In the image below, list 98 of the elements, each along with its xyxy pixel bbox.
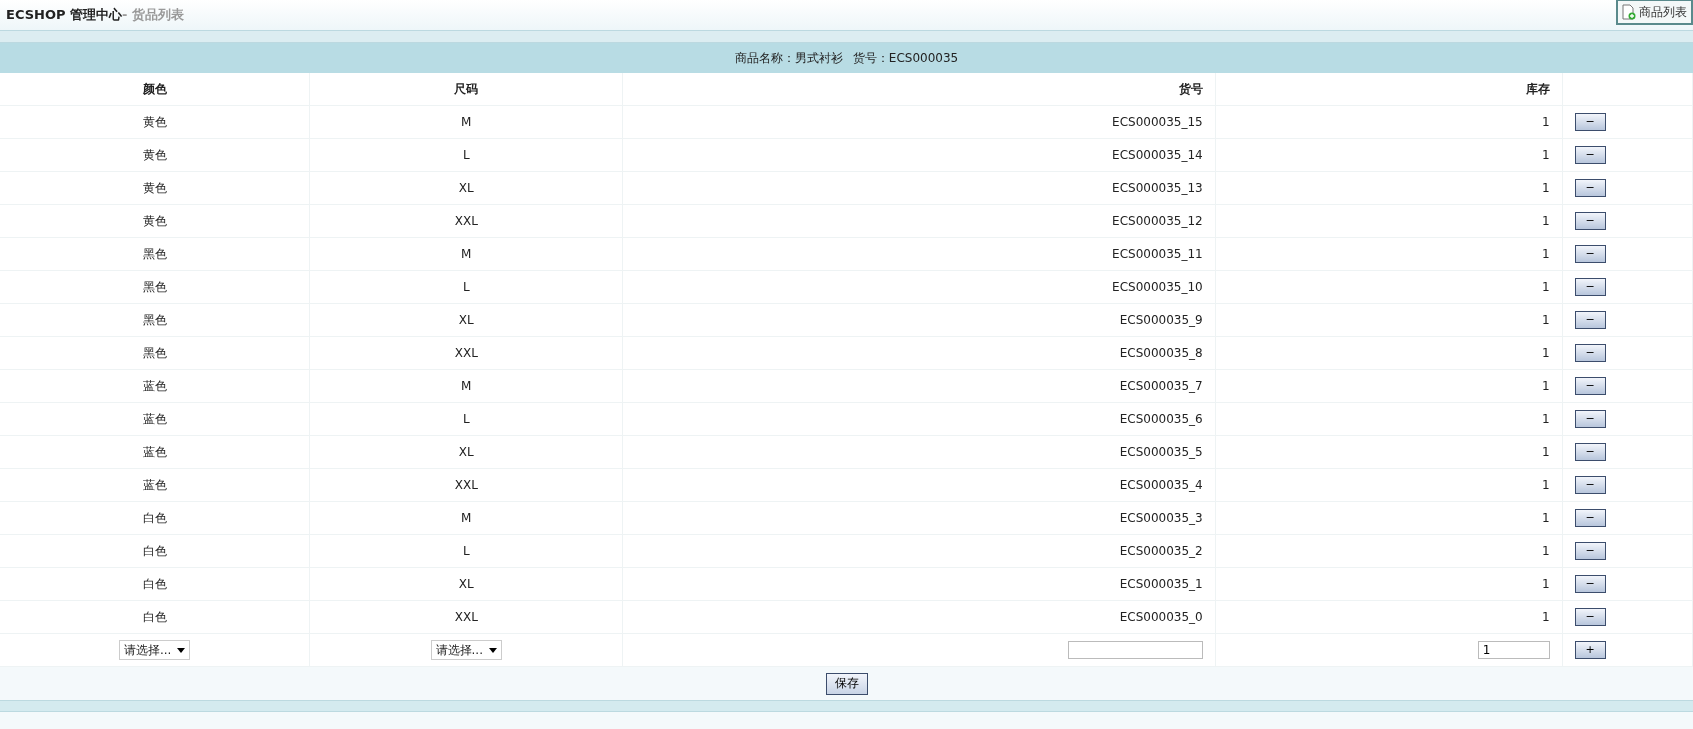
column-header: 尺码 — [454, 81, 479, 96]
column-header: 库存 — [1525, 81, 1550, 96]
table-cell: 白色 — [142, 543, 167, 558]
table-cell: 蓝色 — [142, 444, 167, 459]
page-subtitle: - 货品列表 — [122, 6, 184, 24]
save-button[interactable]: 保存 — [825, 672, 868, 695]
table-cell: 1 — [1542, 313, 1550, 327]
table-cell: ECS000035_8 — [1119, 346, 1203, 360]
table-cell: 1 — [1542, 445, 1550, 459]
remove-button[interactable]: − — [1574, 179, 1606, 197]
table-cell: XL — [458, 313, 474, 327]
table-cell: ECS000035_15 — [1112, 115, 1203, 129]
remove-button[interactable]: − — [1574, 245, 1606, 263]
table-cell: ECS000035_11 — [1112, 247, 1203, 261]
table-cell: XL — [458, 181, 474, 195]
size-select[interactable]: 请选择... — [430, 640, 502, 660]
remove-button[interactable]: − — [1574, 344, 1606, 362]
table-cell: ECS000035_7 — [1119, 379, 1203, 393]
remove-button[interactable]: − — [1574, 212, 1606, 230]
table-cell: M — [461, 511, 472, 525]
remove-button[interactable]: − — [1574, 377, 1606, 395]
page-title: ECSHOP 管理中心 — [6, 6, 122, 24]
remove-button[interactable]: − — [1574, 608, 1606, 626]
table-cell: M — [461, 379, 472, 393]
table-cell: L — [462, 544, 470, 558]
table-cell: 1 — [1542, 148, 1550, 162]
remove-button[interactable]: − — [1574, 146, 1606, 164]
remove-button[interactable]: − — [1574, 509, 1606, 527]
table-cell: ECS000035_0 — [1119, 610, 1203, 624]
table-cell: 黑色 — [142, 345, 167, 360]
table-cell: XXL — [454, 478, 478, 492]
column-header: 颜色 — [142, 81, 167, 96]
table-cell: ECS000035_9 — [1119, 313, 1203, 327]
table-cell: ECS000035_13 — [1112, 181, 1203, 195]
table-cell: 白色 — [142, 510, 167, 525]
table-cell: 1 — [1542, 544, 1550, 558]
table-cell: ECS000035_6 — [1119, 412, 1203, 426]
table-cell: 1 — [1542, 511, 1550, 525]
table-cell: 黑色 — [142, 312, 167, 327]
table-cell: ECS000035_3 — [1119, 511, 1203, 525]
table-cell: M — [461, 115, 472, 129]
product-name-text: 商品名称：男式衬衫 — [734, 49, 843, 67]
table-cell: ECS000035_2 — [1119, 544, 1203, 558]
table-cell: XXL — [454, 214, 478, 228]
table-cell: ECS000035_14 — [1112, 148, 1203, 162]
table-cell: 1 — [1542, 280, 1550, 294]
table-cell: 1 — [1542, 181, 1550, 195]
sn-input-field[interactable] — [1067, 641, 1203, 659]
remove-button[interactable]: − — [1574, 311, 1606, 329]
table-cell: 黑色 — [142, 279, 167, 294]
table-cell: ECS000035_4 — [1119, 478, 1203, 492]
table-cell: L — [462, 280, 470, 294]
table-cell: ECS000035_5 — [1119, 445, 1203, 459]
remove-button[interactable]: − — [1574, 410, 1606, 428]
column-header: 货号 — [1178, 81, 1203, 96]
document-add-icon — [1622, 4, 1636, 20]
table-cell: M — [461, 247, 472, 261]
add-button[interactable]: + — [1574, 641, 1606, 659]
color-select[interactable]: 请选择... — [118, 640, 191, 660]
table-cell: XXL — [454, 610, 478, 624]
remove-button[interactable]: − — [1574, 278, 1606, 296]
table-cell: 蓝色 — [142, 378, 167, 393]
caret-icon — [489, 647, 497, 653]
remove-button[interactable]: − — [1574, 575, 1606, 593]
table-cell: 蓝色 — [142, 477, 167, 492]
table-cell: 黄色 — [142, 180, 167, 195]
table-cell: XL — [458, 577, 474, 591]
product-sn-text: 货号：ECS000035 — [852, 49, 959, 67]
table-cell: 黑色 — [142, 246, 167, 261]
table-cell: L — [462, 412, 470, 426]
table-cell: XXL — [454, 346, 478, 360]
table-cell: 1 — [1542, 478, 1550, 492]
table-cell: 1 — [1542, 115, 1550, 129]
table-cell: 白色 — [142, 576, 167, 591]
table-cell: 1 — [1542, 577, 1550, 591]
caret-icon — [177, 647, 186, 653]
product-list-link[interactable]: 商品列表 — [1616, 0, 1693, 25]
table-cell: ECS000035_12 — [1112, 214, 1203, 228]
table-cell: 蓝色 — [142, 411, 167, 426]
table-cell: 1 — [1542, 412, 1550, 426]
table-cell: 黄色 — [142, 114, 167, 129]
table-cell: 黄色 — [142, 147, 167, 162]
table-cell: 黄色 — [142, 213, 167, 228]
table-cell: 1 — [1542, 379, 1550, 393]
remove-button[interactable]: − — [1574, 443, 1606, 461]
remove-button[interactable]: − — [1574, 113, 1606, 131]
stock-input-field[interactable]: 1 — [1477, 641, 1550, 659]
table-cell: 白色 — [142, 609, 167, 624]
table-cell: ECS000035_1 — [1119, 577, 1203, 591]
table-cell: 1 — [1542, 346, 1550, 360]
table-cell: L — [462, 148, 470, 162]
table-cell: XL — [458, 445, 474, 459]
remove-button[interactable]: − — [1574, 476, 1606, 494]
table-cell: 1 — [1542, 610, 1550, 624]
remove-button[interactable]: − — [1574, 542, 1606, 560]
table-cell: 1 — [1542, 214, 1550, 228]
table-cell: 1 — [1542, 247, 1550, 261]
table-cell: ECS000035_10 — [1112, 280, 1203, 294]
